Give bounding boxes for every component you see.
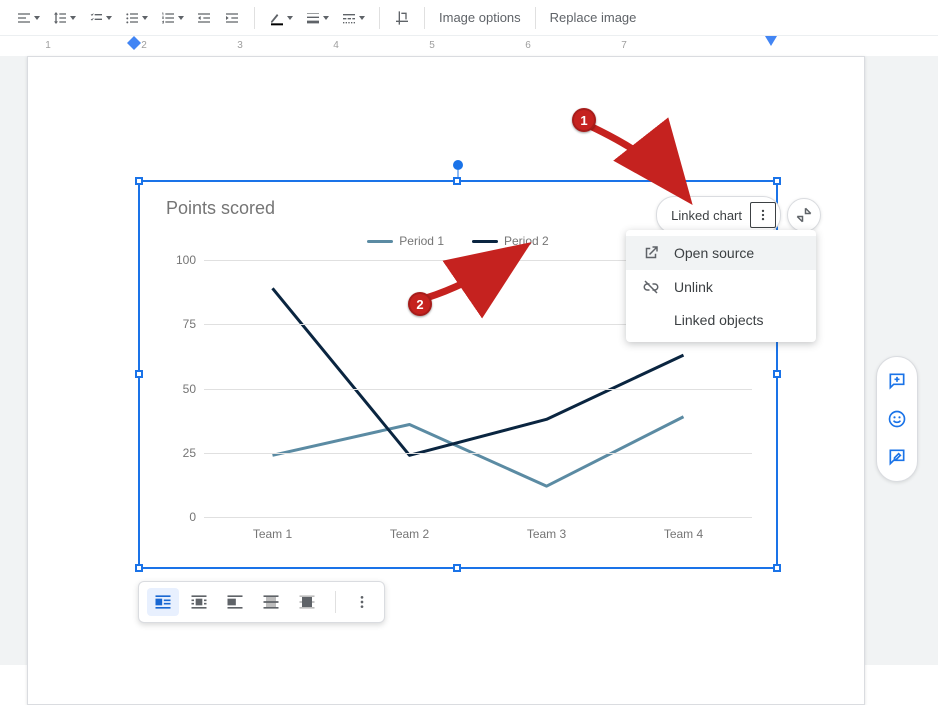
chart-x-tick-label: Team 2 [390,527,429,541]
align-button[interactable] [12,6,44,30]
indent-marker-left[interactable] [127,36,141,50]
horizontal-ruler: 1 2 3 4 5 6 7 [0,36,938,56]
indent-marker-right[interactable] [765,36,777,46]
linked-chart-chip-label: Linked chart [671,208,742,223]
chart-series-line [273,288,684,455]
menu-unlink[interactable]: Unlink [626,270,816,304]
border-weight-button[interactable] [301,6,333,30]
chart-gridline [204,453,752,454]
chart-series-line [273,417,684,486]
chart-x-tick-label: Team 3 [527,527,566,541]
menu-item-label: Linked objects [674,312,764,328]
wrap-inline-button[interactable] [147,588,179,616]
ruler-tick-label: 1 [45,40,51,51]
image-options-button[interactable]: Image options [439,10,521,25]
menu-item-label: Open source [674,245,754,261]
menu-open-source[interactable]: Open source [626,236,816,270]
toolbar-divider [535,7,536,29]
suggest-edits-button[interactable] [887,447,907,467]
resize-handle-tr[interactable] [773,177,781,185]
ruler-tick-label: 5 [429,40,435,51]
bulleted-list-button[interactable] [120,6,152,30]
resize-handle-l[interactable] [135,370,143,378]
numbered-list-button[interactable] [156,6,188,30]
legend-item: Period 1 [367,234,444,248]
chart-x-tick-label: Team 4 [664,527,703,541]
chart-gridline [204,517,752,518]
toolbar-divider [424,7,425,29]
border-color-button[interactable] [265,6,297,30]
ruler-tick-label: 3 [237,40,243,51]
chart-title: Points scored [166,198,275,219]
menu-item-label: Unlink [674,279,713,295]
annotation-badge: 1 [572,108,596,132]
resize-handle-tl[interactable] [135,177,143,185]
annotation-badge: 2 [408,292,432,316]
ruler-tick-label: 2 [141,40,147,51]
image-layout-toolbar [138,581,385,623]
add-comment-button[interactable] [887,371,907,391]
linked-chart-object[interactable]: Points scored Period 1 Period 2 0 25 50 75 1… [138,180,778,569]
chart-y-tick-label: 50 [183,382,196,396]
resize-handle-t[interactable] [453,177,461,185]
collapse-chip-button[interactable] [787,198,821,232]
replace-image-button[interactable]: Replace image [550,10,637,25]
menu-linked-objects[interactable]: Linked objects [626,304,816,336]
resize-handle-bl[interactable] [135,564,143,572]
format-toolbar: Image options Replace image [0,0,938,36]
linked-chart-menu: Open source Unlink Linked objects [626,230,816,342]
ruler-tick-label: 6 [525,40,531,51]
resize-handle-r[interactable] [773,370,781,378]
chart-gridline [204,389,752,390]
rotate-handle[interactable] [453,160,463,170]
crop-button[interactable] [390,6,414,30]
in-front-text-button[interactable] [291,588,323,616]
checklist-button[interactable] [84,6,116,30]
image-more-button[interactable] [348,590,376,614]
line-spacing-button[interactable] [48,6,80,30]
decrease-indent-button[interactable] [192,6,216,30]
behind-text-button[interactable] [255,588,287,616]
canvas: Points scored Period 1 Period 2 0 25 50 75 1… [0,56,938,665]
chart-y-tick-label: 0 [189,510,196,524]
ruler-tick-label: 4 [333,40,339,51]
legend-item: Period 2 [472,234,549,248]
border-dash-button[interactable] [337,6,369,30]
linked-chart-chip-row: Linked chart [656,196,821,234]
linked-chart-chip: Linked chart [656,196,781,234]
unlink-icon [642,278,660,296]
wrap-text-button[interactable] [183,588,215,616]
ruler-tick-label: 7 [621,40,627,51]
add-reaction-button[interactable] [887,409,907,429]
side-action-rail [876,356,918,482]
resize-handle-b[interactable] [453,564,461,572]
break-text-button[interactable] [219,588,251,616]
open-external-icon [642,244,660,262]
chart-y-tick-label: 75 [183,317,196,331]
chart-y-tick-label: 100 [176,253,196,267]
increase-indent-button[interactable] [220,6,244,30]
toolbar-divider [379,7,380,29]
linked-chart-options-button[interactable] [750,202,776,228]
toolbar-divider [254,7,255,29]
chart-x-tick-label: Team 1 [253,527,292,541]
toolbar-divider [335,591,336,613]
resize-handle-br[interactable] [773,564,781,572]
chart-y-tick-label: 25 [183,446,196,460]
